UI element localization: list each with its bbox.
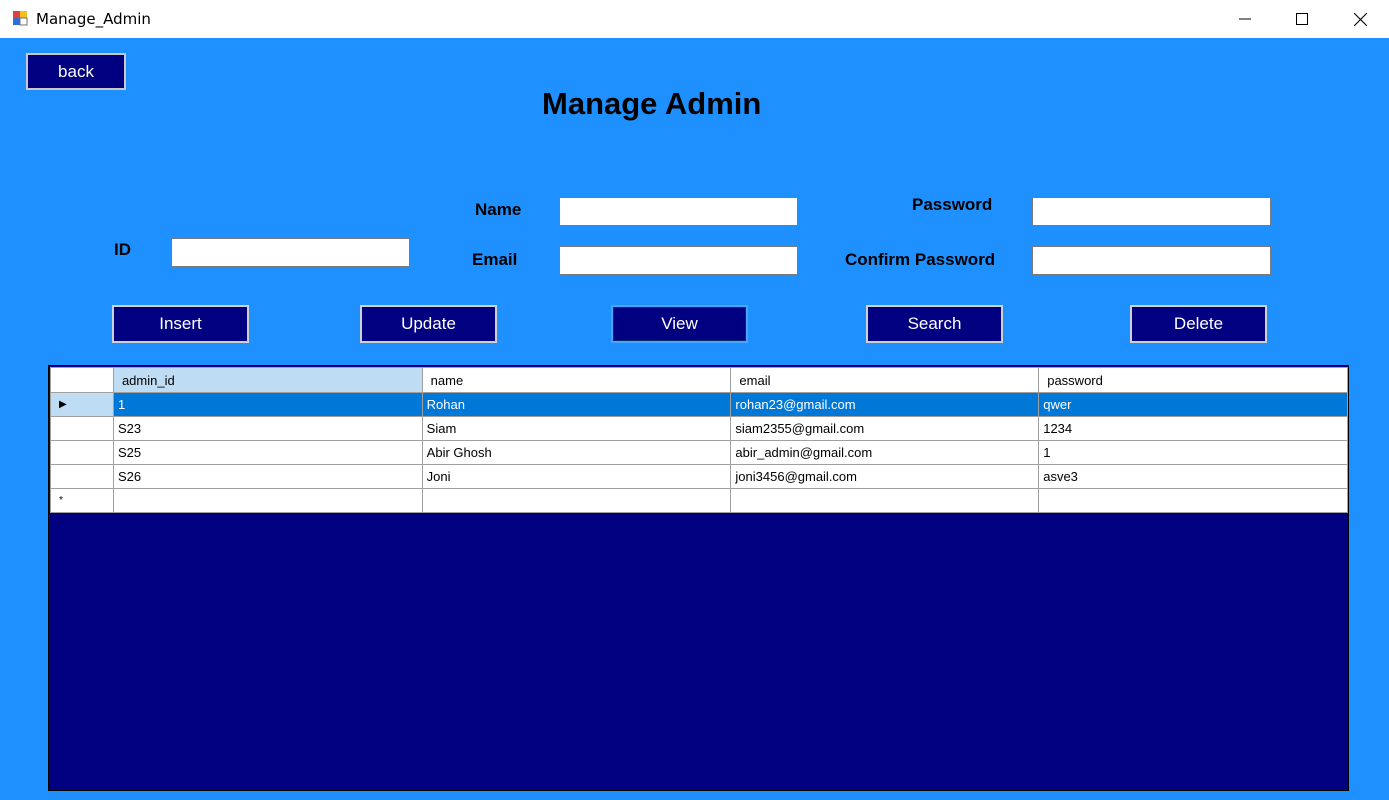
view-button[interactable]: View bbox=[611, 305, 748, 343]
app-window: Manage_Admin back Manage Admin ID Name E… bbox=[0, 0, 1389, 800]
column-header-name[interactable]: name bbox=[421, 367, 732, 393]
password-label: Password bbox=[912, 195, 993, 214]
minimize-button[interactable] bbox=[1216, 0, 1274, 38]
table-row[interactable]: S26 Joni joni3456@gmail.com asve3 bbox=[50, 464, 1348, 489]
table-row[interactable]: S25 Abir Ghosh abir_admin@gmail.com 1 bbox=[50, 440, 1348, 465]
row-header[interactable]: ▶ bbox=[50, 392, 114, 417]
back-button[interactable]: back bbox=[26, 53, 126, 90]
row-header[interactable]: * bbox=[50, 488, 114, 513]
close-icon bbox=[1353, 12, 1367, 26]
confirm-password-label: Confirm Password bbox=[845, 250, 996, 269]
new-row-asterisk-icon: * bbox=[59, 495, 63, 506]
search-button[interactable]: Search bbox=[866, 305, 1003, 343]
admin-table: admin_id name email password ▶ 1 Rohan r… bbox=[50, 367, 1348, 513]
cell-email[interactable]: abir_admin@gmail.com bbox=[730, 440, 1040, 465]
cell-admin-id[interactable]: S25 bbox=[112, 440, 423, 465]
email-label: Email bbox=[472, 250, 518, 269]
cell-name[interactable]: Rohan bbox=[421, 392, 732, 417]
app-icon bbox=[13, 11, 28, 26]
cell-email[interactable]: joni3456@gmail.com bbox=[730, 464, 1040, 489]
cell-email[interactable]: rohan23@gmail.com bbox=[730, 392, 1040, 417]
cell-admin-id[interactable]: 1 bbox=[112, 392, 423, 417]
admin-data-grid[interactable]: admin_id name email password ▶ 1 Rohan r… bbox=[48, 365, 1349, 791]
row-header[interactable] bbox=[50, 440, 114, 465]
title-bar: Manage_Admin bbox=[0, 0, 1389, 38]
close-button[interactable] bbox=[1331, 0, 1389, 38]
row-header[interactable] bbox=[50, 416, 114, 441]
maximize-icon bbox=[1296, 13, 1308, 25]
cell-email[interactable] bbox=[730, 488, 1040, 513]
id-label: ID bbox=[114, 240, 131, 259]
minimize-icon bbox=[1239, 18, 1251, 20]
name-label: Name bbox=[475, 200, 522, 219]
delete-button[interactable]: Delete bbox=[1130, 305, 1267, 343]
email-field[interactable] bbox=[559, 246, 798, 275]
cell-admin-id[interactable]: S23 bbox=[112, 416, 423, 441]
cell-name[interactable]: Siam bbox=[421, 416, 732, 441]
column-header-admin-id[interactable]: admin_id bbox=[112, 367, 423, 393]
cell-name[interactable] bbox=[421, 488, 732, 513]
cell-password[interactable]: 1234 bbox=[1038, 416, 1348, 441]
cell-name[interactable]: Abir Ghosh bbox=[421, 440, 732, 465]
current-row-arrow-icon: ▶ bbox=[59, 399, 67, 410]
cell-password[interactable]: 1 bbox=[1038, 440, 1348, 465]
cell-password[interactable]: qwer bbox=[1038, 392, 1348, 417]
insert-button[interactable]: Insert bbox=[112, 305, 249, 343]
password-field[interactable] bbox=[1032, 197, 1271, 226]
cell-password[interactable]: asve3 bbox=[1038, 464, 1348, 489]
name-field[interactable] bbox=[559, 197, 798, 226]
page-title: Manage Admin bbox=[542, 86, 762, 121]
column-header-password[interactable]: password bbox=[1038, 367, 1348, 393]
table-row[interactable]: S23 Siam siam2355@gmail.com 1234 bbox=[50, 416, 1348, 441]
new-row[interactable]: * bbox=[50, 488, 1348, 513]
id-field[interactable] bbox=[171, 238, 410, 267]
update-button[interactable]: Update bbox=[360, 305, 497, 343]
row-header-corner[interactable] bbox=[50, 367, 114, 393]
maximize-button[interactable] bbox=[1273, 0, 1331, 38]
cell-admin-id[interactable]: S26 bbox=[112, 464, 423, 489]
row-header[interactable] bbox=[50, 464, 114, 489]
table-row[interactable]: ▶ 1 Rohan rohan23@gmail.com qwer bbox=[50, 392, 1348, 417]
table-header-row: admin_id name email password bbox=[50, 367, 1348, 393]
form-client-area: back Manage Admin ID Name Email Password… bbox=[0, 38, 1389, 800]
cell-email[interactable]: siam2355@gmail.com bbox=[730, 416, 1040, 441]
confirm-password-field[interactable] bbox=[1032, 246, 1271, 275]
window-title: Manage_Admin bbox=[36, 10, 151, 28]
column-header-email[interactable]: email bbox=[730, 367, 1040, 393]
cell-name[interactable]: Joni bbox=[421, 464, 732, 489]
cell-password[interactable] bbox=[1038, 488, 1348, 513]
cell-admin-id[interactable] bbox=[112, 488, 423, 513]
